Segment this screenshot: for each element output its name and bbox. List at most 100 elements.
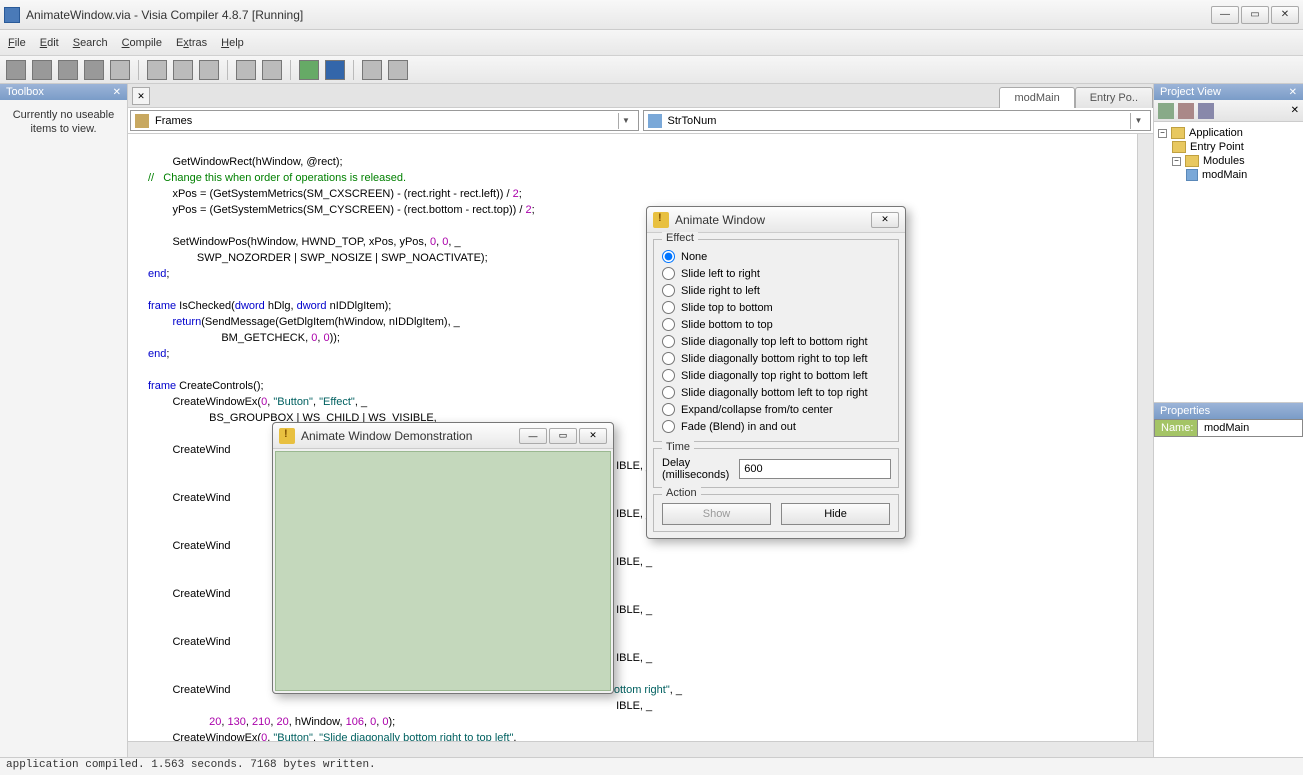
toolbar-print-icon[interactable] bbox=[110, 60, 130, 80]
toolbar-save-icon[interactable] bbox=[58, 60, 78, 80]
radio-slide-rl-label: Slide right to left bbox=[681, 285, 760, 297]
menu-edit[interactable]: Edit bbox=[40, 37, 59, 49]
editor-scrollbar-v[interactable] bbox=[1137, 134, 1153, 757]
demo-minimize-button[interactable]: — bbox=[519, 428, 547, 444]
toolbox-message: Currently no useable items to view. bbox=[0, 100, 127, 145]
project-view-toolbar: ✕ bbox=[1154, 100, 1303, 122]
radio-diag-br-tl[interactable] bbox=[662, 352, 675, 365]
demo-close-button[interactable]: ✕ bbox=[579, 428, 607, 444]
project-view-close-icon[interactable]: ✕ bbox=[1289, 87, 1297, 98]
project-tree[interactable]: −Application Entry Point −Modules modMai… bbox=[1154, 122, 1303, 402]
radio-diag-tl-br[interactable] bbox=[662, 335, 675, 348]
tab-entry-point[interactable]: Entry Po.. bbox=[1075, 87, 1153, 108]
pv-close-icon[interactable]: ✕ bbox=[1291, 105, 1299, 116]
toolbar-paste-icon[interactable] bbox=[199, 60, 219, 80]
member-combo-value: StrToNum bbox=[668, 115, 1131, 127]
tree-node-modules[interactable]: Modules bbox=[1203, 155, 1245, 167]
radio-slide-lr[interactable] bbox=[662, 267, 675, 280]
project-view-panel: Project View ✕ ✕ −Application Entry Poin… bbox=[1154, 84, 1303, 402]
toolbar-stop-icon[interactable] bbox=[325, 60, 345, 80]
properties-panel: Properties Name: modMain bbox=[1154, 402, 1303, 757]
radio-expand-label: Expand/collapse from/to center bbox=[681, 404, 833, 416]
project-view-header-label: Project View bbox=[1160, 86, 1221, 98]
demo-maximize-button[interactable]: ▭ bbox=[549, 428, 577, 444]
radio-fade[interactable] bbox=[662, 420, 675, 433]
show-button[interactable]: Show bbox=[662, 503, 771, 525]
time-group-label: Time bbox=[662, 441, 694, 453]
radio-expand[interactable] bbox=[662, 403, 675, 416]
status-bar: application compiled. 1.563 seconds. 716… bbox=[0, 757, 1303, 775]
toolbox-panel: Toolbox ✕ Currently no useable items to … bbox=[0, 84, 128, 757]
toolbox-header-label: Toolbox bbox=[6, 86, 44, 98]
document-tabs: ✕ modMain Entry Po.. bbox=[128, 84, 1153, 108]
scope-combo[interactable]: Frames ▼ bbox=[130, 110, 639, 131]
member-icon bbox=[648, 114, 662, 128]
toolbar-cut-icon[interactable] bbox=[147, 60, 167, 80]
tab-modmain[interactable]: modMain bbox=[999, 87, 1074, 108]
pv-tool-1-icon[interactable] bbox=[1158, 103, 1174, 119]
radio-none-label: None bbox=[681, 251, 707, 263]
tree-node-entry-point[interactable]: Entry Point bbox=[1190, 141, 1244, 153]
hide-button[interactable]: Hide bbox=[781, 503, 890, 525]
action-group-label: Action bbox=[662, 487, 701, 499]
menu-file[interactable]: File bbox=[8, 37, 26, 49]
maximize-button[interactable]: ▭ bbox=[1241, 6, 1269, 24]
toolbar-redo-icon[interactable] bbox=[262, 60, 282, 80]
demo-dialog-titlebar[interactable]: Animate Window Demonstration — ▭ ✕ bbox=[273, 423, 613, 449]
menu-help[interactable]: Help bbox=[221, 37, 244, 49]
member-combo[interactable]: StrToNum ▼ bbox=[643, 110, 1152, 131]
action-groupbox: Action Show Hide bbox=[653, 494, 899, 532]
animate-dialog-titlebar[interactable]: Animate Window ✕ bbox=[647, 207, 905, 233]
prop-name-value[interactable]: modMain bbox=[1198, 419, 1303, 437]
animate-close-button[interactable]: ✕ bbox=[871, 212, 899, 228]
demo-dialog[interactable]: Animate Window Demonstration — ▭ ✕ bbox=[272, 422, 614, 694]
delay-input[interactable] bbox=[739, 459, 891, 479]
radio-diag-tl-br-label: Slide diagonally top left to bottom righ… bbox=[681, 336, 868, 348]
radio-slide-tb-label: Slide top to bottom bbox=[681, 302, 773, 314]
toolbar-copy-icon[interactable] bbox=[173, 60, 193, 80]
pv-tool-2-icon[interactable] bbox=[1178, 103, 1194, 119]
radio-slide-rl[interactable] bbox=[662, 284, 675, 297]
menu-bar: File Edit Search Compile Extras Help bbox=[0, 30, 1303, 56]
radio-diag-bl-tr[interactable] bbox=[662, 386, 675, 399]
toolbar-undo-icon[interactable] bbox=[236, 60, 256, 80]
toolbar-new-icon[interactable] bbox=[6, 60, 26, 80]
radio-diag-tr-bl[interactable] bbox=[662, 369, 675, 382]
minimize-button[interactable]: — bbox=[1211, 6, 1239, 24]
animate-dialog[interactable]: Animate Window ✕ Effect None Slide left … bbox=[646, 206, 906, 539]
menu-extras[interactable]: Extras bbox=[176, 37, 207, 49]
toolbar-build-icon[interactable] bbox=[388, 60, 408, 80]
radio-diag-tr-bl-label: Slide diagonally top right to bottom lef… bbox=[681, 370, 868, 382]
toolbox-close-icon[interactable]: ✕ bbox=[113, 87, 121, 98]
toolbar-saveall-icon[interactable] bbox=[84, 60, 104, 80]
tree-node-modmain[interactable]: modMain bbox=[1202, 169, 1247, 181]
radio-slide-bt[interactable] bbox=[662, 318, 675, 331]
radio-slide-lr-label: Slide left to right bbox=[681, 268, 760, 280]
tree-node-application[interactable]: Application bbox=[1189, 127, 1243, 139]
editor-scrollbar-h[interactable] bbox=[128, 741, 1153, 757]
folder-icon bbox=[1171, 127, 1185, 139]
demo-dialog-title: Animate Window Demonstration bbox=[301, 429, 517, 443]
radio-slide-tb[interactable] bbox=[662, 301, 675, 314]
toolbar-open-icon[interactable] bbox=[32, 60, 52, 80]
radio-slide-bt-label: Slide bottom to top bbox=[681, 319, 773, 331]
prop-name-key: Name: bbox=[1154, 419, 1198, 437]
delay-label: Delay (milliseconds) bbox=[662, 457, 729, 481]
folder-icon bbox=[1185, 155, 1199, 167]
tab-close-icon[interactable]: ✕ bbox=[132, 87, 150, 105]
chevron-down-icon: ▼ bbox=[1130, 113, 1146, 129]
toolbar-run-icon[interactable] bbox=[299, 60, 319, 80]
close-button[interactable]: ✕ bbox=[1271, 6, 1299, 24]
menu-compile[interactable]: Compile bbox=[122, 37, 162, 49]
radio-fade-label: Fade (Blend) in and out bbox=[681, 421, 796, 433]
toolbar-compile-icon[interactable] bbox=[362, 60, 382, 80]
toolbox-header: Toolbox ✕ bbox=[0, 84, 127, 100]
radio-none[interactable] bbox=[662, 250, 675, 263]
effect-groupbox: Effect None Slide left to right Slide ri… bbox=[653, 239, 899, 442]
pv-tool-3-icon[interactable] bbox=[1198, 103, 1214, 119]
window-titlebar: AnimateWindow.via - Visia Compiler 4.8.7… bbox=[0, 0, 1303, 30]
window-title: AnimateWindow.via - Visia Compiler 4.8.7… bbox=[26, 8, 1211, 22]
menu-search[interactable]: Search bbox=[73, 37, 108, 49]
app-icon bbox=[4, 7, 20, 23]
properties-header-label: Properties bbox=[1160, 405, 1210, 417]
